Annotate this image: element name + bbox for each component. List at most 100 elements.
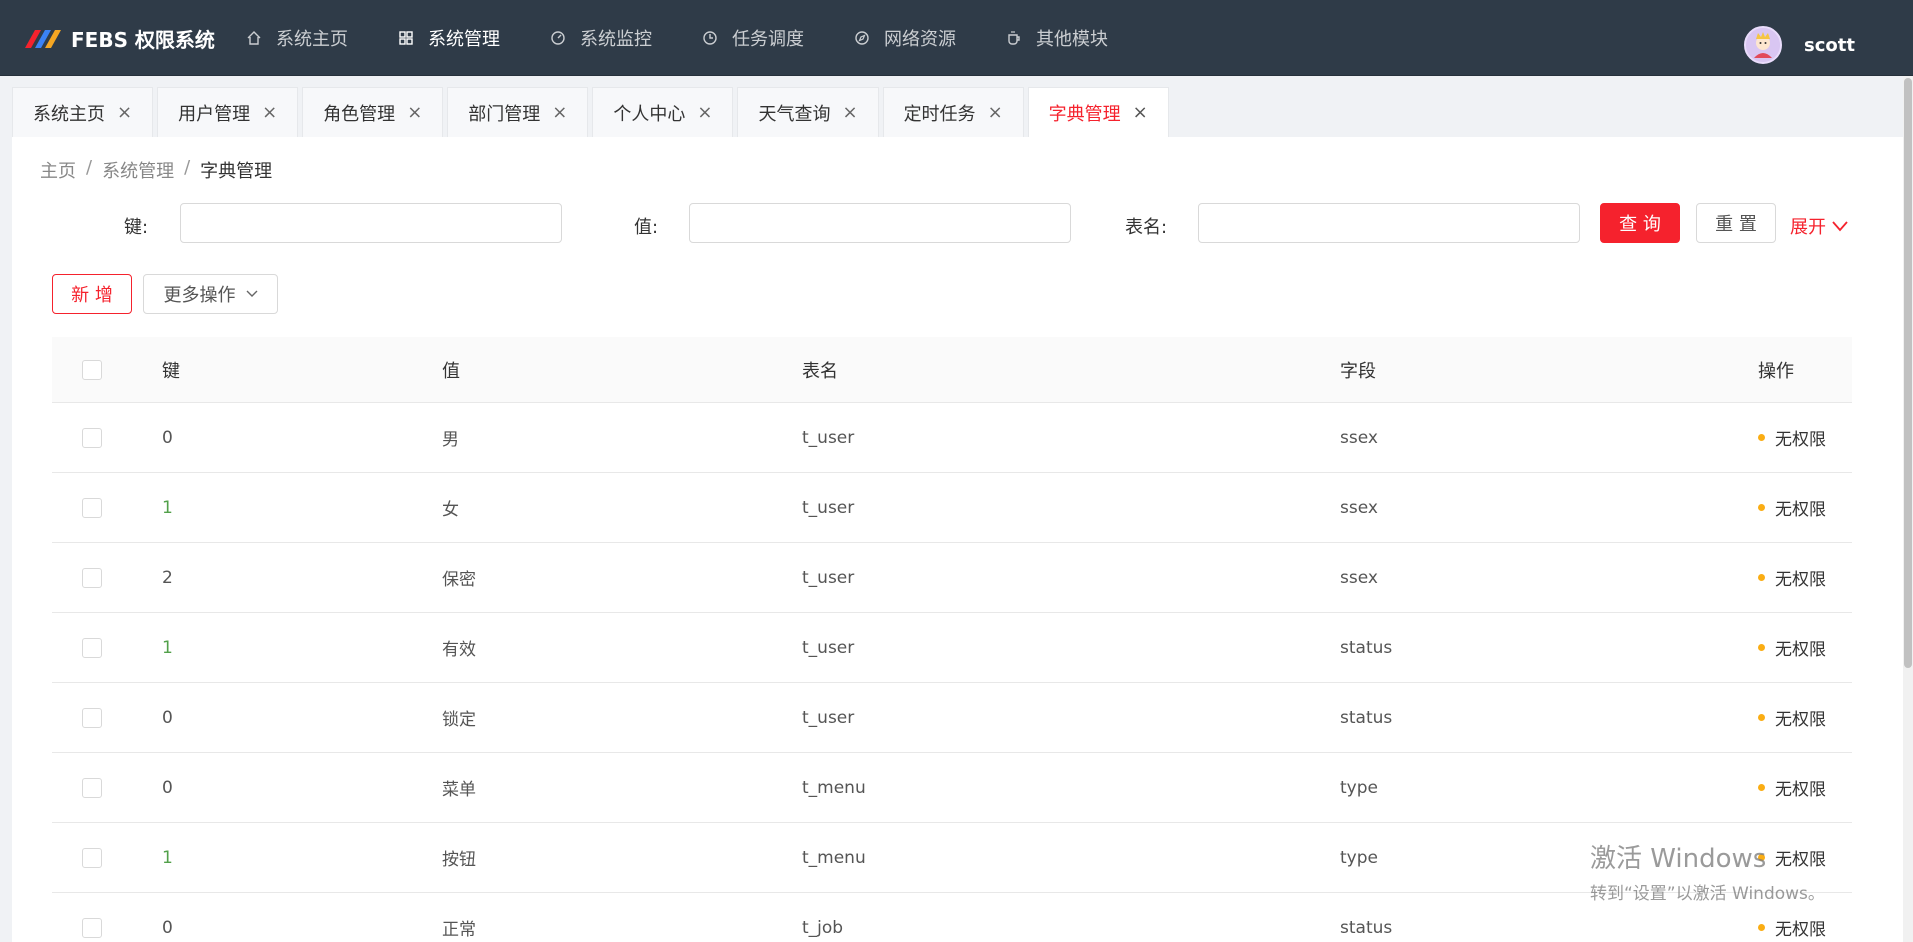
scrollbar-thumb[interactable] [1904,78,1912,668]
row-checkbox[interactable] [82,777,102,798]
nav-item-label: 任务调度 [732,29,804,50]
select-all-checkbox[interactable] [82,359,102,380]
tab-weather[interactable]: 天气查询 × [737,87,879,137]
row-checkbox[interactable] [82,707,102,728]
table-row: 1 女 t_user ssex 无权限 [52,473,1852,543]
nav-item-label: 其他模块 [1036,29,1108,50]
windows-activation-watermark: 激活 Windows 转到“设置”以激活 Windows。 [1590,838,1825,904]
tab-label: 定时任务 [903,103,976,125]
cell-value: 保密 [442,570,476,590]
close-icon[interactable]: × [697,102,712,123]
cell-value: 锁定 [442,710,476,730]
cell-field: status [1340,637,1393,658]
reset-button[interactable]: 重 置 [1696,203,1776,243]
expand-toggle[interactable]: 展开 [1790,213,1848,239]
watermark-line-2: 转到“设置”以激活 Windows。 [1590,884,1825,904]
breadcrumb-home[interactable]: 主页 [40,157,76,183]
cell-field: ssex [1340,567,1378,588]
close-icon[interactable]: × [988,102,1003,123]
key-input[interactable] [180,203,562,243]
tab-scheduled-tasks[interactable]: 定时任务 × [882,87,1024,137]
watermark-line-1: 激活 Windows [1590,844,1767,874]
nav-item-home[interactable]: 系统主页 [246,25,348,51]
chevron-down-icon [1832,221,1848,232]
breadcrumb-separator: / [86,157,93,178]
status-dot-icon [1758,434,1765,441]
row-checkbox[interactable] [82,497,102,518]
user-menu[interactable]: scott [1744,26,1855,64]
row-checkbox[interactable] [82,917,102,938]
tab-role-management[interactable]: 角色管理 × [302,87,444,137]
nav-item-label: 系统管理 [428,29,500,50]
row-checkbox[interactable] [82,637,102,658]
cell-operation: 无权限 [1758,473,1826,542]
status-dot-icon [1758,714,1765,721]
status-dot-icon [1758,644,1765,651]
more-actions-label: 更多操作 [163,285,236,306]
avatar-image-icon [1746,28,1780,62]
page-tabs: 系统主页 × 用户管理 × 角色管理 × 部门管理 × 个人中心 × 天气查询 × 定时任务… [12,87,1173,137]
cell-field: ssex [1340,427,1378,448]
cell-operation: 无权限 [1758,613,1826,682]
cell-key: 0 [162,427,173,448]
cell-table: t_job [802,917,844,938]
operation-text: 无权限 [1775,430,1826,450]
cell-table: t_user [802,497,855,518]
close-icon[interactable]: × [842,102,857,123]
table-row: 0 男 t_user ssex 无权限 [52,403,1852,473]
operation-text: 无权限 [1775,500,1826,520]
nav-item-monitor[interactable]: 系统监控 [550,25,652,51]
home-icon [247,31,261,45]
query-button[interactable]: 查 询 [1600,203,1680,243]
cell-operation: 无权限 [1758,683,1826,752]
close-icon[interactable]: × [407,102,422,123]
tab-profile[interactable]: 个人中心 × [592,87,734,137]
row-checkbox[interactable] [82,427,102,448]
cell-key: 2 [162,567,173,588]
nav-item-other[interactable]: 其他模块 [1006,25,1108,51]
top-navbar: FEBS 权限系统 系统主页 系统管理 系统监控 任务调度 网络资源 其他模块 [0,0,1913,76]
tab-dept-management[interactable]: 部门管理 × [447,87,589,137]
nav-item-network[interactable]: 网络资源 [854,25,956,51]
tab-label: 天气查询 [758,103,831,125]
expand-label: 展开 [1790,217,1826,238]
tab-dictionary[interactable]: 字典管理 × [1027,87,1169,137]
close-icon[interactable]: × [262,102,277,123]
operation-text: 无权限 [1775,640,1826,660]
operation-text: 无权限 [1775,710,1826,730]
breadcrumb-parent[interactable]: 系统管理 [102,157,174,183]
tab-label: 字典管理 [1048,103,1121,125]
cell-field: status [1340,917,1393,938]
close-icon[interactable]: × [1133,102,1148,123]
tab-home[interactable]: 系统主页 × [12,87,154,137]
table-row: 0 正常 t_job status 无权限 [52,893,1852,942]
row-checkbox[interactable] [82,567,102,588]
main-nav: 系统主页 系统管理 系统监控 任务调度 网络资源 其他模块 [246,0,1158,76]
close-icon[interactable]: × [552,102,567,123]
nav-item-label: 系统监控 [580,29,652,50]
more-actions-dropdown[interactable]: 更多操作 [143,274,278,314]
cell-table: t_user [802,707,855,728]
febs-logo-icon [25,30,61,48]
key-label: 键: [124,217,149,238]
close-icon[interactable]: × [117,102,132,123]
cell-operation: 无权限 [1758,543,1826,612]
add-button[interactable]: 新 增 [52,274,132,314]
row-checkbox[interactable] [82,847,102,868]
nav-item-label: 系统主页 [276,29,348,50]
value-label: 值: [634,217,659,238]
column-header-operation: 操作 [1758,360,1794,382]
tab-user-management[interactable]: 用户管理 × [157,87,299,137]
compass-icon [855,31,869,45]
breadcrumb: 主页 / 系统管理 / 字典管理 [40,157,272,183]
nav-item-system[interactable]: 系统管理 [398,25,500,51]
clock-icon [703,31,717,45]
tab-label: 个人中心 [613,103,686,125]
table-name-input[interactable] [1198,203,1580,243]
cell-operation: 无权限 [1758,403,1826,472]
value-input[interactable] [689,203,1071,243]
cell-field: ssex [1340,497,1378,518]
nav-item-scheduler[interactable]: 任务调度 [702,25,804,51]
brand-logo[interactable]: FEBS 权限系统 [25,0,215,76]
cell-value: 正常 [442,920,476,940]
